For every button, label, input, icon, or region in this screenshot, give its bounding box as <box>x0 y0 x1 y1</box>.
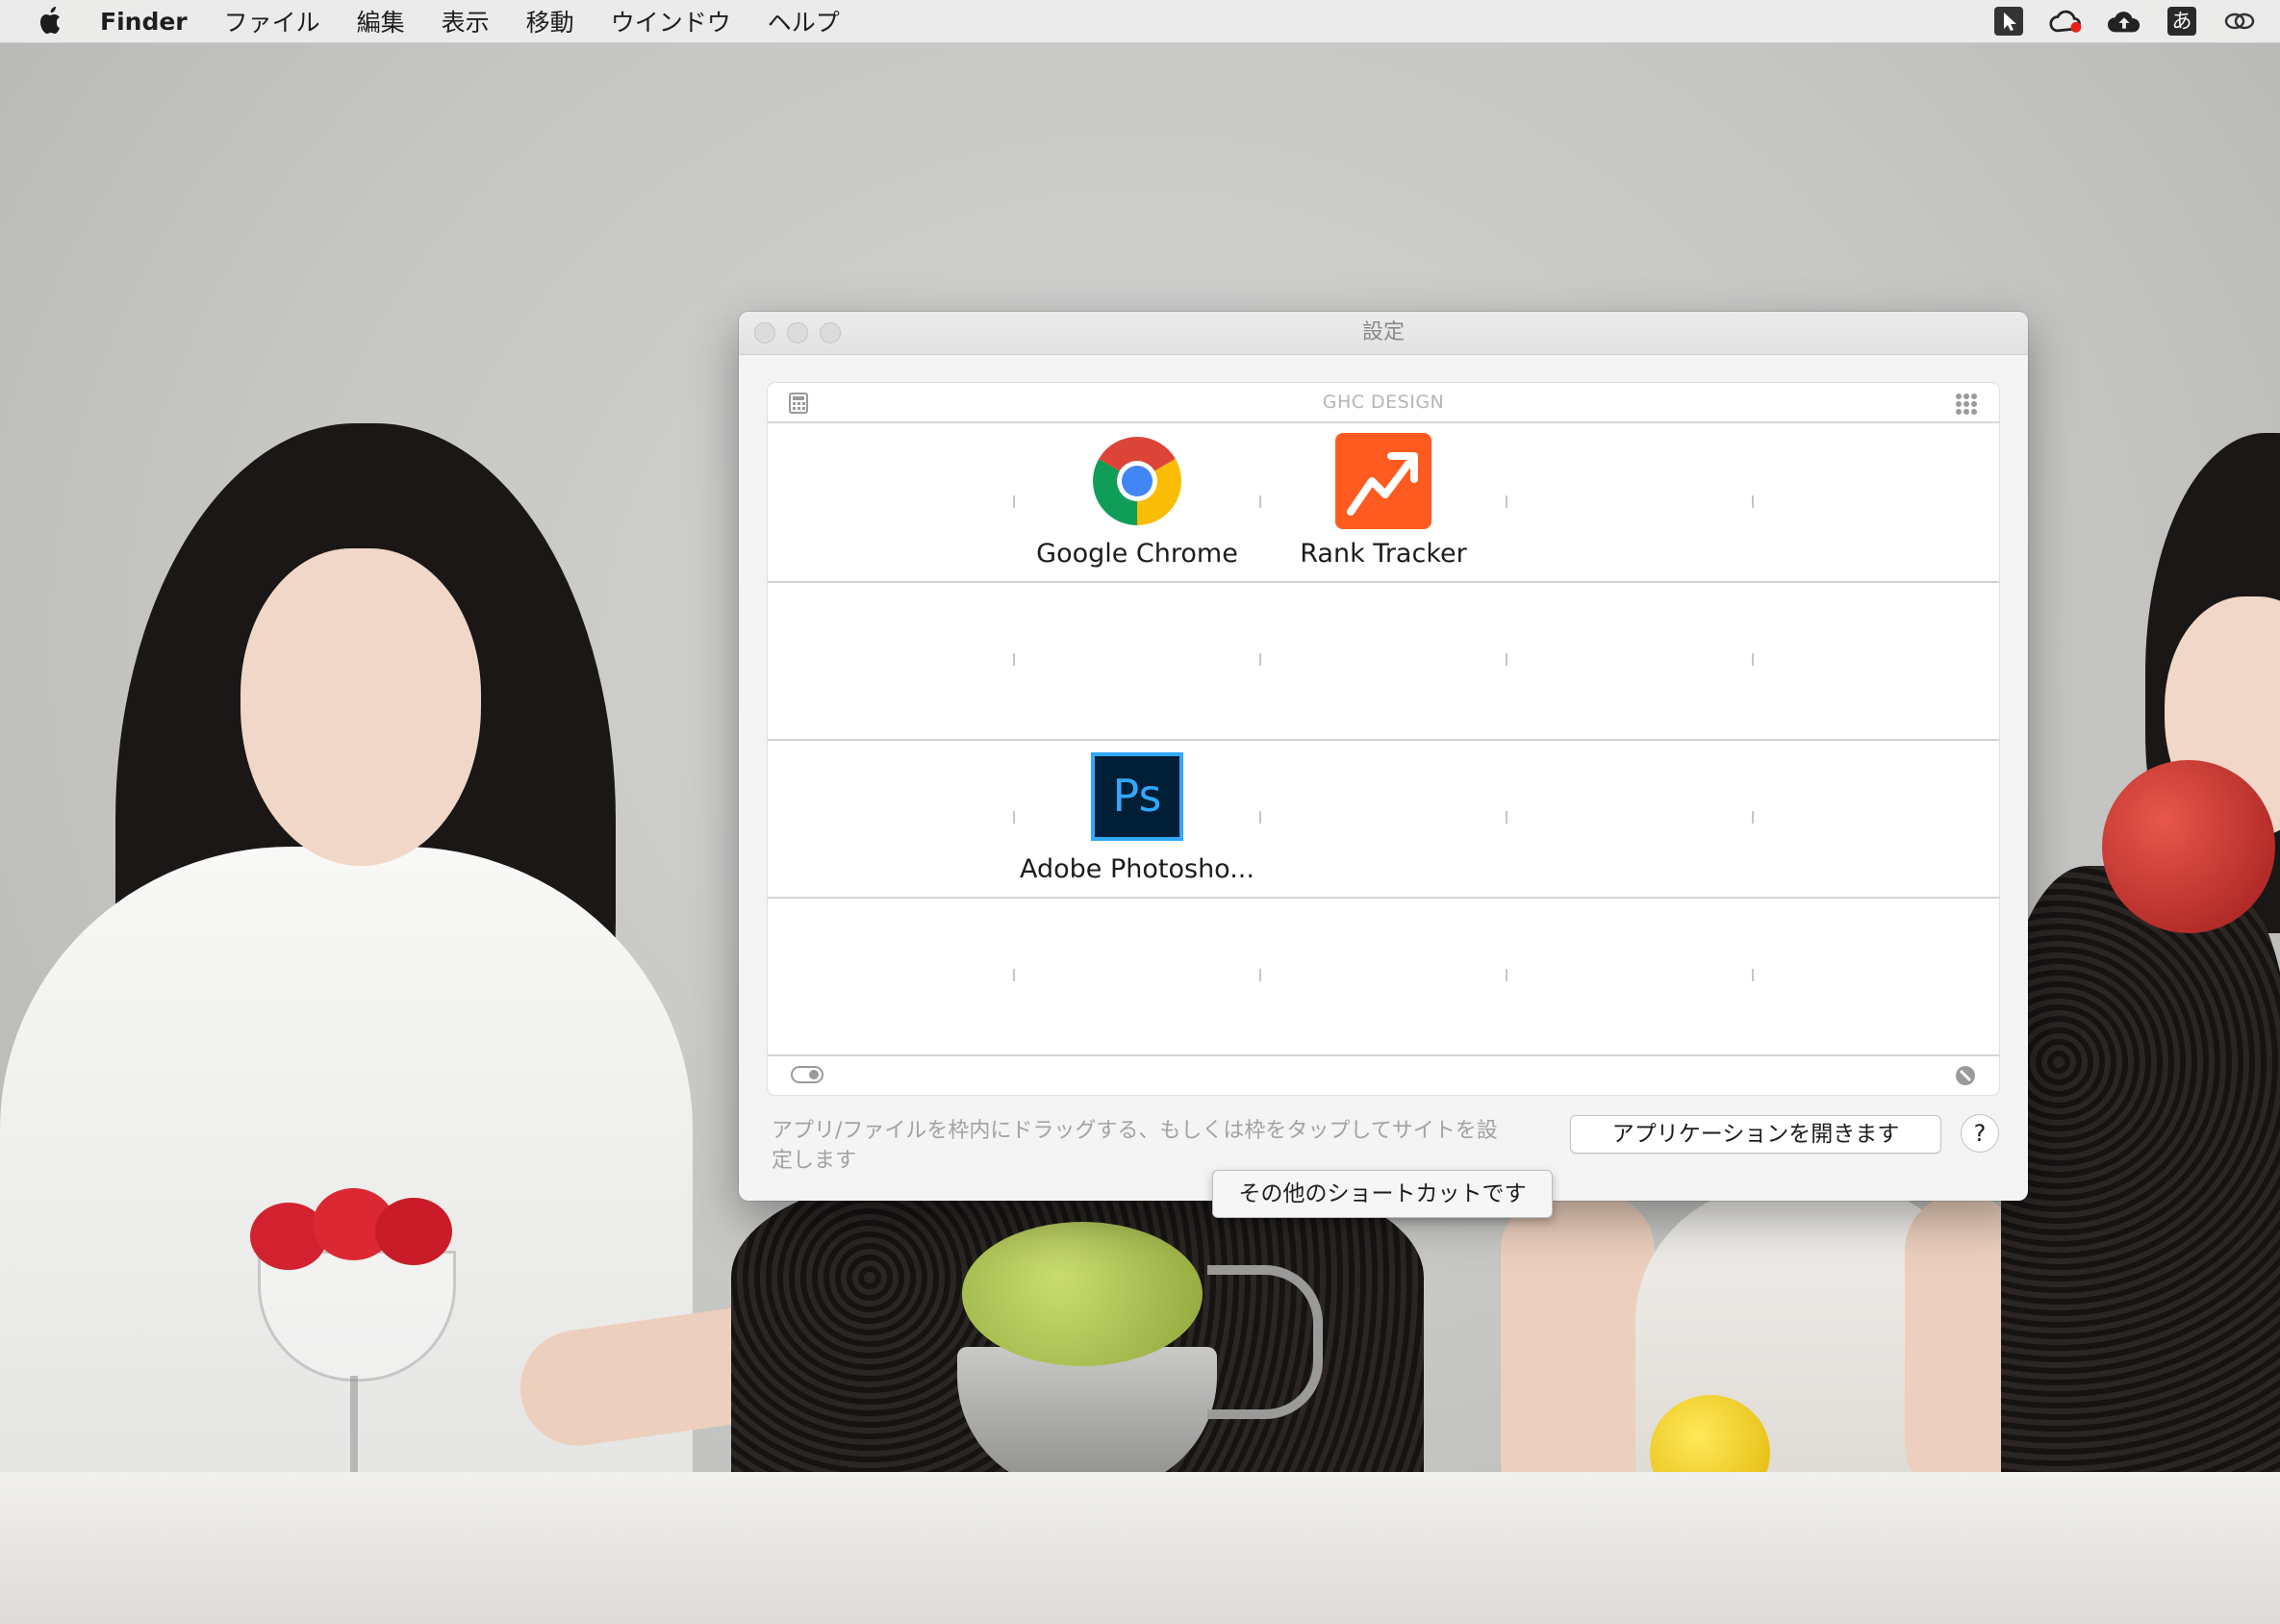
shortcut-slot[interactable] <box>1753 423 1999 581</box>
window-title: 設定 <box>1361 320 1405 344</box>
shortcut-slot[interactable] <box>1507 581 1753 739</box>
panel-footer <box>768 1056 1999 1095</box>
photoshop-icon-text: Ps <box>1112 770 1162 822</box>
input-method-icon[interactable]: あ <box>2165 5 2199 38</box>
menu-help[interactable]: ヘルプ <box>768 4 840 38</box>
shortcut-row-3: Ps Adobe Photosho... <box>768 739 1999 899</box>
menu-bar: Finder ファイル 編集 表示 移動 ウインドウ ヘルプ あ <box>0 0 2280 43</box>
shortcut-panel: GHC DESIGN Google Chrome Rank Tracker Ps… <box>768 383 1999 1095</box>
menu-go[interactable]: 移動 <box>526 4 574 38</box>
menu-finder[interactable]: Finder <box>100 8 188 36</box>
menu-window[interactable]: ウインドウ <box>611 4 731 38</box>
shortcut-slot[interactable] <box>1260 581 1507 739</box>
photoshop-icon: Ps <box>1089 749 1185 845</box>
grid-icon[interactable] <box>1955 393 1978 416</box>
shortcut-adobe-photoshop[interactable]: Ps Adobe Photosho... <box>1014 739 1260 897</box>
shortcut-slot[interactable] <box>1507 423 1753 581</box>
app-label: Rank Tracker <box>1300 539 1467 569</box>
shortcut-slot[interactable] <box>1014 581 1260 739</box>
shortcut-slot[interactable] <box>1753 897 1999 1054</box>
creative-cloud-icon[interactable] <box>2049 5 2084 38</box>
shortcut-slot[interactable] <box>1260 739 1507 897</box>
title-bar[interactable]: 設定 <box>739 312 2028 355</box>
shortcut-rank-tracker[interactable]: Rank Tracker <box>1260 423 1507 581</box>
app-label: Google Chrome <box>1036 539 1238 569</box>
link-icon[interactable] <box>2222 5 2257 38</box>
menu-view[interactable]: 表示 <box>442 4 490 38</box>
shortcut-slot[interactable] <box>1260 897 1507 1054</box>
apple-menu-icon[interactable] <box>37 6 65 37</box>
shortcut-slot[interactable] <box>1507 897 1753 1054</box>
app-label: Adobe Photosho... <box>1020 854 1254 884</box>
menu-file[interactable]: ファイル <box>224 4 320 38</box>
brand-logo: GHC DESIGN <box>1322 392 1445 413</box>
panel-header: GHC DESIGN <box>768 383 1999 423</box>
rank-tracker-icon <box>1335 433 1431 529</box>
hint-text: アプリ/ファイルを枠内にドラッグする、もしくは枠をタップしてサイトを設定します <box>772 1119 1498 1173</box>
shortcut-slot[interactable] <box>1753 581 1999 739</box>
shortcut-google-chrome[interactable]: Google Chrome <box>1014 423 1260 581</box>
shortcut-slot[interactable] <box>768 581 1014 739</box>
wallpaper-tablecloth <box>0 1472 2280 1624</box>
cloud-upload-icon[interactable] <box>2107 5 2141 38</box>
cursor-icon[interactable] <box>1991 5 2026 38</box>
shortcut-slot[interactable] <box>768 423 1014 581</box>
help-button[interactable]: ? <box>1961 1114 1999 1153</box>
tooltip: その他のショートカットです <box>1212 1170 1553 1218</box>
chrome-icon <box>1089 433 1185 529</box>
shortcut-slot[interactable] <box>768 739 1014 897</box>
input-method-label: あ <box>2167 7 2196 36</box>
open-applications-button[interactable]: アプリケーションを開きます <box>1570 1115 1941 1154</box>
shortcut-slot[interactable] <box>768 897 1014 1054</box>
settings-window: 設定 GHC DESIGN Google Chrome Rank Tracker… <box>739 312 2028 1201</box>
status-area: あ <box>1991 0 2280 42</box>
shortcut-row-4 <box>768 897 1999 1056</box>
menu-edit[interactable]: 編集 <box>357 4 405 38</box>
block-icon[interactable] <box>1955 1065 1976 1086</box>
shortcut-slot[interactable] <box>1014 897 1260 1054</box>
shortcut-row-1: Google Chrome Rank Tracker <box>768 423 1999 583</box>
toggle-icon[interactable] <box>791 1066 823 1083</box>
shortcut-row-2 <box>768 581 1999 741</box>
shortcut-slot[interactable] <box>1753 739 1999 897</box>
shortcut-slot[interactable] <box>1507 739 1753 897</box>
